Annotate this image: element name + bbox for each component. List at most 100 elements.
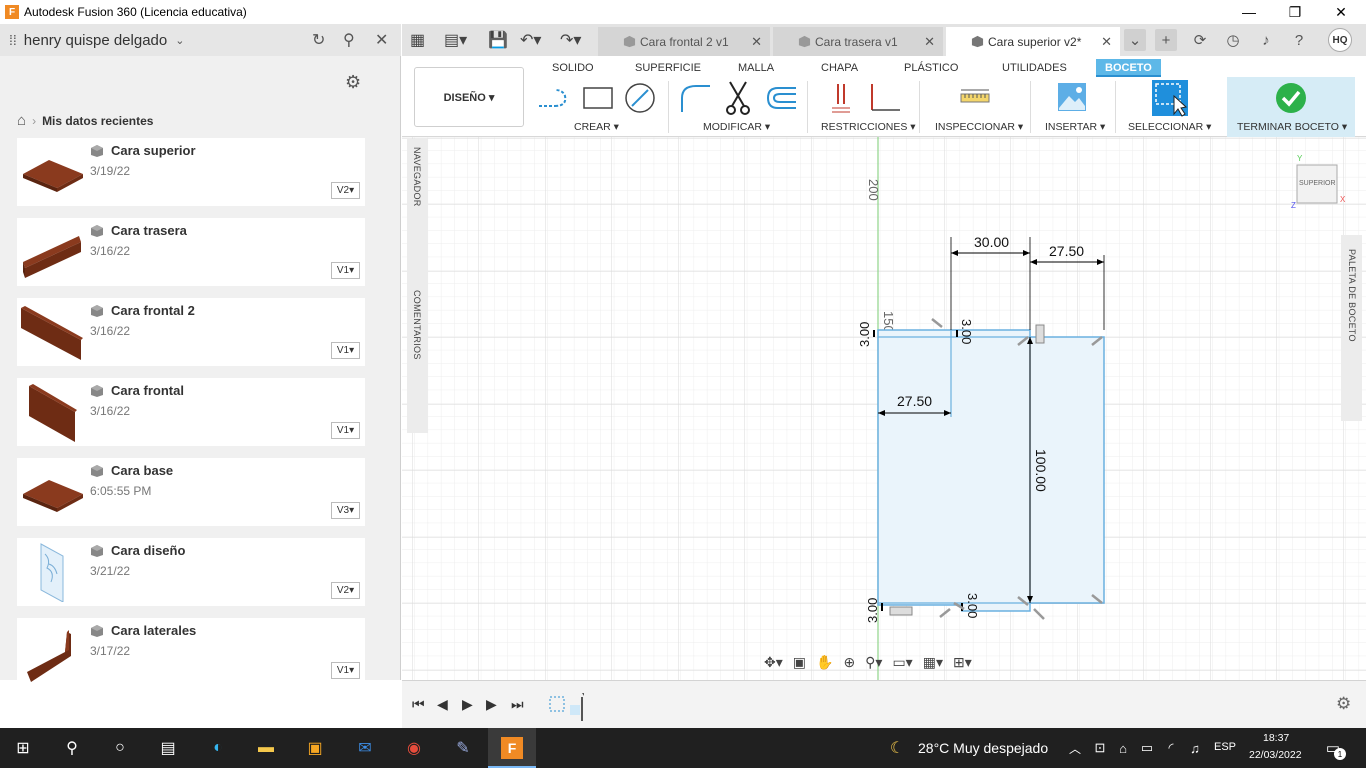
modificar-menu[interactable]: MODIFICAR ▾ <box>703 121 770 133</box>
close-button[interactable]: ✕ <box>1318 0 1364 24</box>
seleccionar-menu[interactable]: SELECCIONAR ▾ <box>1128 121 1211 133</box>
language-indicator[interactable]: ESP <box>1214 741 1236 753</box>
home-icon[interactable]: ⌂ <box>17 112 26 129</box>
document-tab-active[interactable]: Cara superior v2* ✕ <box>946 27 1120 56</box>
task-view-icon[interactable]: ▤ <box>157 737 179 759</box>
trim-scissors-icon[interactable] <box>724 80 752 116</box>
avatar[interactable]: HQ <box>1328 28 1352 52</box>
parallel-constraint-icon[interactable] <box>830 82 852 114</box>
job-status-icon[interactable]: ◷ <box>1222 29 1244 51</box>
help-icon[interactable]: ? <box>1288 29 1310 51</box>
mail-icon[interactable]: ✉ <box>354 737 376 759</box>
search-icon[interactable]: ⚲ <box>61 737 83 759</box>
file-card[interactable]: Cara laterales 3/17/22 V1▾ <box>17 618 365 686</box>
tab-chapa[interactable]: CHAPA <box>821 59 858 77</box>
cortana-icon[interactable]: ○ <box>109 737 131 759</box>
tray-chevron-icon[interactable]: ︿ <box>1064 737 1086 759</box>
redo-icon[interactable]: ↷▾ <box>560 30 581 50</box>
close-tab-icon[interactable]: ✕ <box>751 34 762 50</box>
workspace-switcher[interactable]: DISEÑO ▾ <box>414 67 524 127</box>
document-tab[interactable]: Cara trasera v1 ✕ <box>773 27 943 56</box>
select-box-icon[interactable] <box>1150 78 1190 118</box>
perpendicular-constraint-icon[interactable] <box>868 82 902 114</box>
windows-start-icon[interactable]: ⊞ <box>12 737 34 759</box>
file-card[interactable]: Cara diseño 3/21/22 V2▾ <box>17 538 365 606</box>
comments-label[interactable]: COMENTARIOS <box>412 290 422 360</box>
viewports-icon[interactable]: ⊞▾ <box>953 654 972 671</box>
search-icon[interactable]: ⚲ <box>343 30 355 50</box>
dimension-thickness[interactable]: 3.00 <box>865 598 880 623</box>
app-grid-icon[interactable]: ▦ <box>410 30 425 50</box>
go-to-end-icon[interactable]: ⏭ <box>511 696 524 713</box>
circle-tool-icon[interactable] <box>624 82 656 114</box>
version-badge[interactable]: V2▾ <box>331 582 360 599</box>
finish-sketch-check-icon[interactable] <box>1275 82 1307 114</box>
clock-date[interactable]: 22/03/2022 <box>1249 749 1302 761</box>
refresh-icon[interactable]: ↻ <box>312 30 325 50</box>
breadcrumb-label[interactable]: Mis datos recientes <box>42 114 153 128</box>
version-badge[interactable]: V1▾ <box>331 662 360 679</box>
save-icon[interactable]: 💾 <box>488 30 508 50</box>
play-icon[interactable]: ▶ <box>462 696 473 713</box>
orbit-icon[interactable]: ✥▾ <box>764 654 783 671</box>
version-badge[interactable]: V2▾ <box>331 182 360 199</box>
dimension-top-width[interactable]: 30.00 <box>974 234 1009 250</box>
dimension-thickness[interactable]: 3.00 <box>959 319 974 344</box>
fillet-tool-icon[interactable] <box>678 82 712 114</box>
notifications-bell-icon[interactable]: ♪ <box>1255 29 1277 51</box>
version-badge[interactable]: V1▾ <box>331 262 360 279</box>
zoom-icon[interactable]: ⊕ <box>843 654 855 671</box>
volume-icon[interactable]: ♫ <box>1184 737 1206 759</box>
design-canvas[interactable]: 200 150 100 50 <box>402 137 1366 680</box>
measure-ruler-icon[interactable] <box>959 88 991 106</box>
version-badge[interactable]: V3▾ <box>331 502 360 519</box>
tab-utilidades[interactable]: UTILIDADES <box>1002 59 1067 77</box>
pan-hand-icon[interactable]: ✋ <box>816 654 833 671</box>
close-tab-icon[interactable]: ✕ <box>924 34 935 50</box>
offset-tool-icon[interactable] <box>764 84 798 112</box>
file-card[interactable]: Cara frontal 2 3/16/22 V1▾ <box>17 298 365 366</box>
close-tab-icon[interactable]: ✕ <box>1101 34 1112 50</box>
grid-settings-icon[interactable]: ▦▾ <box>923 654 943 671</box>
version-badge[interactable]: V1▾ <box>331 422 360 439</box>
file-card[interactable]: Cara superior 3/19/22 V2▾ <box>17 138 365 206</box>
restricciones-menu[interactable]: RESTRICCIONES ▾ <box>821 121 916 133</box>
new-tab-icon[interactable]: + <box>1155 29 1177 51</box>
paint-icon[interactable]: ✎ <box>452 737 474 759</box>
tab-malla[interactable]: MALLA <box>738 59 774 77</box>
step-back-icon[interactable]: ◀ <box>437 696 448 713</box>
wifi-icon[interactable]: ◜ <box>1160 737 1182 759</box>
dimension-thickness[interactable]: 3.00 <box>965 593 980 618</box>
insert-image-icon[interactable] <box>1057 82 1087 112</box>
look-at-icon[interactable]: ▣ <box>793 654 806 671</box>
weather-text[interactable]: 28°C Muy despejado <box>918 740 1048 756</box>
tab-solido[interactable]: SOLIDO <box>552 59 594 77</box>
chevron-down-icon[interactable]: ⌄ <box>175 34 184 47</box>
document-tab[interactable]: Cara frontal 2 v1 ✕ <box>598 27 770 56</box>
store-icon[interactable]: ▣ <box>304 737 326 759</box>
file-card[interactable]: Cara base 6:05:55 PM V3▾ <box>17 458 365 526</box>
sketch-profile[interactable] <box>402 137 1366 680</box>
view-cube[interactable]: SUPERIOR Y X Z <box>1291 154 1345 210</box>
tab-superficie[interactable]: SUPERFICIE <box>635 59 701 77</box>
dimension-top-right[interactable]: 27.50 <box>1049 243 1084 259</box>
file-card[interactable]: Cara trasera 3/16/22 V1▾ <box>17 218 365 286</box>
weather-moon-icon[interactable]: ☾ <box>886 737 908 759</box>
user-name[interactable]: henry quispe delgado <box>24 32 167 49</box>
zoom-window-icon[interactable]: ⚲▾ <box>865 654 882 671</box>
undo-icon[interactable]: ↶▾ <box>520 30 541 50</box>
insertar-menu[interactable]: INSERTAR ▾ <box>1045 121 1105 133</box>
terminar-boceto-menu[interactable]: TERMINAR BOCETO ▾ <box>1237 121 1347 133</box>
navigator-panel-tab[interactable]: NAVEGADOR COMENTARIOS <box>407 139 428 433</box>
tab-overflow-icon[interactable]: ⌄ <box>1124 29 1146 51</box>
chrome-icon[interactable]: ◉ <box>403 737 425 759</box>
tray-app-icon[interactable]: ⊡ <box>1089 737 1111 759</box>
edge-browser-icon[interactable]: ◐ <box>207 737 229 759</box>
inspeccionar-menu[interactable]: INSPECCIONAR ▾ <box>935 121 1023 133</box>
minimize-button[interactable]: — <box>1226 0 1272 24</box>
extensions-icon[interactable]: ⟳ <box>1189 29 1211 51</box>
dimension-thickness[interactable]: 3.00 <box>857 322 872 347</box>
sketch-palette-tab[interactable]: PALETA DE BOCETO <box>1341 235 1362 421</box>
timeline-gear-icon[interactable]: ⚙ <box>1336 694 1351 714</box>
tab-plastico[interactable]: PLÁSTICO <box>904 59 958 77</box>
